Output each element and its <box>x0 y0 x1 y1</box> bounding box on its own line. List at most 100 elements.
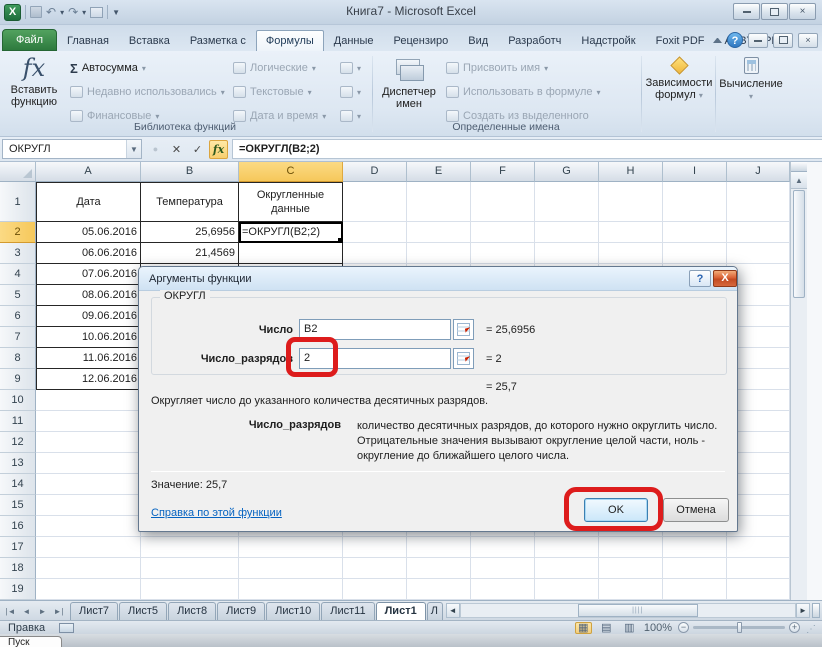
start-button[interactable]: Пуск <box>0 636 62 647</box>
prev-sheet-icon[interactable]: ◄ <box>19 604 34 619</box>
cell-E1[interactable] <box>407 182 471 222</box>
enter-icon[interactable]: ✓ <box>188 140 207 159</box>
cell-B3[interactable]: 21,4569 <box>141 243 239 264</box>
row-header-12[interactable]: 12 <box>0 432 36 453</box>
insert-function-button[interactable]: fx Вставить функцию <box>4 55 64 119</box>
sheet-tab-Лист5[interactable]: Лист5 <box>119 602 167 620</box>
text-functions-button[interactable]: Текстовые▾ <box>233 82 312 102</box>
cell-B17[interactable] <box>141 537 239 558</box>
cell-A3[interactable]: 06.06.2016 <box>36 243 141 264</box>
scroll-up-icon[interactable]: ▲ <box>791 172 807 189</box>
cell-F19[interactable] <box>471 579 535 600</box>
cell-A6[interactable]: 09.06.2016 <box>36 306 141 327</box>
cell-I17[interactable] <box>663 537 727 558</box>
calculation-button[interactable]: Вычисление▾ <box>720 55 782 119</box>
cell-J2[interactable] <box>727 222 790 243</box>
sheet-tab-Лист1[interactable]: Лист1 <box>376 602 426 620</box>
workbook-minimize-button[interactable] <box>748 33 768 48</box>
formula-auditing-button[interactable]: Зависимостиформул ▾ <box>646 55 712 119</box>
cell-A15[interactable] <box>36 495 141 516</box>
cell-E18[interactable] <box>407 558 471 579</box>
cell-A10[interactable] <box>36 390 141 411</box>
zoom-in-icon[interactable]: + <box>789 622 800 633</box>
column-header-I[interactable]: I <box>663 162 727 182</box>
cell-C19[interactable] <box>239 579 343 600</box>
horizontal-scroll-thumb[interactable]: |||| <box>578 604 698 617</box>
next-sheet-icon[interactable]: ► <box>35 604 50 619</box>
cell-G17[interactable] <box>535 537 599 558</box>
cell-G18[interactable] <box>535 558 599 579</box>
cell-A13[interactable] <box>36 453 141 474</box>
cell-J18[interactable] <box>727 558 790 579</box>
cell-G19[interactable] <box>535 579 599 600</box>
tab-4[interactable]: Данные <box>324 30 384 51</box>
cell-G1[interactable] <box>535 182 599 222</box>
row-header-1[interactable]: 1 <box>0 182 36 222</box>
cancel-icon[interactable]: ✕ <box>167 140 186 159</box>
cell-I1[interactable] <box>663 182 727 222</box>
cell-D18[interactable] <box>343 558 407 579</box>
page-break-view-icon[interactable]: ▥ <box>621 622 638 634</box>
sheet-tab-Лист7[interactable]: Лист7 <box>70 602 118 620</box>
cell-I3[interactable] <box>663 243 727 264</box>
sheet-tab-Лист11[interactable]: Лист11 <box>321 602 374 620</box>
lookup-reference-button[interactable]: ▾ <box>340 58 361 78</box>
cell-A14[interactable] <box>36 474 141 495</box>
column-header-F[interactable]: F <box>471 162 535 182</box>
autosum-button[interactable]: Σ Автосумма▾ <box>70 58 146 78</box>
cell-D1[interactable] <box>343 182 407 222</box>
resize-grip[interactable] <box>806 623 816 633</box>
cell-A5[interactable]: 08.06.2016 <box>36 285 141 306</box>
cell-A4[interactable]: 07.06.2016 <box>36 264 141 285</box>
cell-D2[interactable] <box>343 222 407 243</box>
dialog-close-button[interactable]: X <box>713 270 737 287</box>
insert-function-icon[interactable]: fx <box>209 140 228 159</box>
cell-E19[interactable] <box>407 579 471 600</box>
cell-A16[interactable] <box>36 516 141 537</box>
row-header-18[interactable]: 18 <box>0 558 36 579</box>
cell-D17[interactable] <box>343 537 407 558</box>
sheet-tab-Лист9[interactable]: Лист9 <box>217 602 265 620</box>
cell-D19[interactable] <box>343 579 407 600</box>
cell-A8[interactable]: 11.06.2016 <box>36 348 141 369</box>
cell-C17[interactable] <box>239 537 343 558</box>
cell-A18[interactable] <box>36 558 141 579</box>
cell-F2[interactable] <box>471 222 535 243</box>
tab-split-handle[interactable] <box>812 603 820 618</box>
cell-A12[interactable] <box>36 432 141 453</box>
cell-B1[interactable]: Температура <box>141 182 239 222</box>
row-header-8[interactable]: 8 <box>0 348 36 369</box>
cell-E17[interactable] <box>407 537 471 558</box>
help-icon[interactable]: ? <box>727 32 743 48</box>
cancel-button[interactable]: Отмена <box>663 498 729 522</box>
page-layout-view-icon[interactable]: ▤ <box>598 622 615 634</box>
cell-C3[interactable] <box>239 243 343 264</box>
cell-I2[interactable] <box>663 222 727 243</box>
logical-button[interactable]: Логические▾ <box>233 58 316 78</box>
cell-F18[interactable] <box>471 558 535 579</box>
cell-H1[interactable] <box>599 182 663 222</box>
minimize-ribbon-icon[interactable] <box>713 37 722 43</box>
cell-F3[interactable] <box>471 243 535 264</box>
row-header-9[interactable]: 9 <box>0 369 36 390</box>
range-selector-icon[interactable] <box>453 319 474 340</box>
cell-G3[interactable] <box>535 243 599 264</box>
column-header-D[interactable]: D <box>343 162 407 182</box>
sheet-tab-Л[interactable]: Л <box>427 602 443 620</box>
cell-A17[interactable] <box>36 537 141 558</box>
last-sheet-icon[interactable]: ►| <box>51 604 66 619</box>
cell-H3[interactable] <box>599 243 663 264</box>
cell-C2[interactable]: =ОКРУГЛ(B2;2) <box>239 222 343 243</box>
tab-7[interactable]: Разработч <box>498 30 571 51</box>
column-header-G[interactable]: G <box>535 162 599 182</box>
scroll-left-icon[interactable]: ◄ <box>446 603 460 618</box>
column-header-J[interactable]: J <box>727 162 790 182</box>
normal-view-icon[interactable]: ▦ <box>575 622 592 634</box>
row-header-14[interactable]: 14 <box>0 474 36 495</box>
zoom-out-icon[interactable]: − <box>678 622 689 633</box>
zoom-track[interactable] <box>693 626 785 629</box>
row-header-19[interactable]: 19 <box>0 579 36 600</box>
cell-I18[interactable] <box>663 558 727 579</box>
row-header-17[interactable]: 17 <box>0 537 36 558</box>
cell-F1[interactable] <box>471 182 535 222</box>
